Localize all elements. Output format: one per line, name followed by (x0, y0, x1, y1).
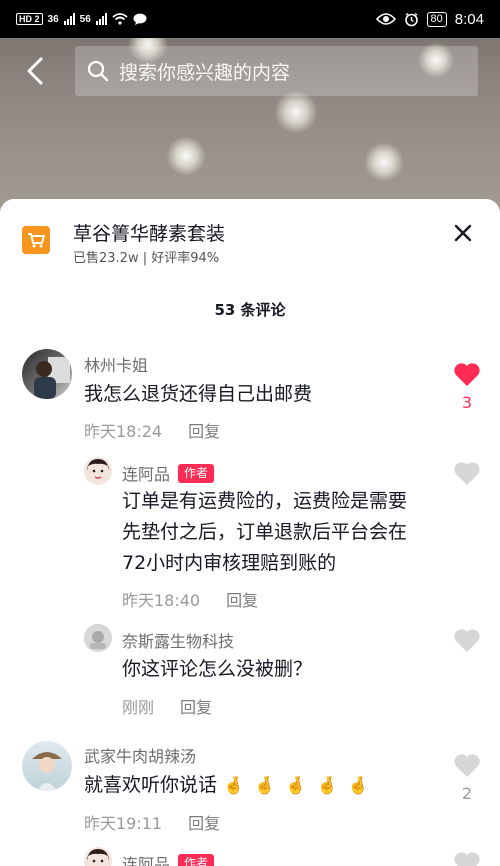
comment-author[interactable]: 连阿品 作者 (122, 851, 215, 866)
search-input[interactable]: 搜索你感兴趣的内容 (75, 46, 478, 96)
comment-text-line: 先垫付之后，订单退款后平台会在 (122, 521, 408, 543)
comment-text: 我怎么退货还得自己出邮费 (84, 383, 313, 405)
author-name: 武家牛肉胡辣汤 (84, 747, 197, 766)
like-button[interactable] (452, 461, 482, 490)
heart-icon (454, 462, 480, 485)
wifi-icon (112, 13, 128, 25)
network-label-1: 36 (47, 13, 59, 25)
like-count: 2 (461, 784, 473, 803)
comment-time: 昨天19:11 (84, 814, 163, 833)
comment-time: 刚刚 (122, 698, 155, 717)
like-button[interactable]: 3 (452, 362, 482, 412)
comment-author[interactable]: 林州卡姐 (84, 352, 148, 376)
author-badge: 作者 (178, 463, 215, 483)
ceiling-light (364, 142, 404, 182)
reply-button[interactable]: 回复 (188, 810, 220, 834)
author-name: 连阿品 (122, 855, 171, 866)
comment-time: 昨天18:24 (84, 422, 163, 441)
comments-sheet: 草谷箐华酵素套装 已售23.2w | 好评率94% 53 条评论 林州卡姐 我怎… (0, 199, 500, 866)
status-bar: HD 2 36 56 80 8:04 (0, 0, 500, 38)
clock: 8:04 (454, 10, 484, 28)
status-right: 80 8:04 (375, 10, 484, 28)
comment-text: 你这评论怎么没被删？ (122, 658, 313, 680)
battery-icon: 80 (426, 11, 447, 27)
emoji-icon: 🤞 (285, 776, 307, 796)
comment-text-line: 72小时内审核理赔到账的 (122, 552, 337, 574)
reply-button[interactable]: 回复 (226, 587, 258, 611)
emoji-icon: 🤞 (347, 776, 369, 796)
author-name: 奈斯露生物科技 (122, 632, 235, 651)
heart-icon (454, 363, 480, 386)
hd-indicator: HD 2 (16, 13, 43, 25)
author-name: 林州卡姐 (84, 356, 149, 375)
author-name: 连阿品 (122, 465, 171, 484)
comment-text: 就喜欢听你说话 🤞 🤞 🤞 🤞 🤞 (84, 770, 379, 802)
emoji-icon: 🤞 (316, 776, 338, 796)
comment-meta: 昨天19:11 回复 (84, 810, 220, 834)
eye-icon (375, 13, 396, 25)
signal-icon (95, 13, 107, 25)
cart-icon[interactable] (22, 226, 50, 254)
search-placeholder: 搜索你感兴趣的内容 (119, 61, 291, 84)
status-left: HD 2 36 56 (16, 13, 147, 25)
comment-meta: 昨天18:24 回复 (84, 418, 220, 442)
comment-text-body: 就喜欢听你说话 (84, 774, 218, 796)
like-button[interactable]: 2 (452, 753, 482, 803)
comment-meta: 刚刚 回复 (122, 694, 212, 718)
alarm-icon (404, 12, 418, 26)
product-stats: 已售23.2w | 好评率94% (73, 251, 220, 266)
close-icon[interactable] (452, 222, 474, 244)
comment-time: 昨天18:40 (122, 591, 201, 610)
emoji-icon: 🤞 (223, 776, 245, 796)
heart-icon (454, 629, 480, 652)
heart-icon (454, 754, 480, 777)
avatar[interactable] (22, 741, 72, 791)
avatar[interactable] (84, 847, 112, 866)
product-title[interactable]: 草谷箐华酵素套装 (73, 219, 225, 246)
message-icon (133, 13, 147, 25)
comment-count: 53 条评论 (214, 301, 286, 319)
ceiling-light (274, 90, 318, 134)
avatar[interactable] (22, 349, 72, 399)
signal-icon (63, 13, 75, 25)
comment-meta: 昨天18:40 回复 (122, 587, 258, 611)
avatar[interactable] (84, 624, 112, 652)
like-count: 3 (461, 393, 473, 412)
reply-button[interactable]: 回复 (180, 694, 212, 718)
like-button[interactable] (452, 851, 482, 866)
emoji-icon: 🤞 (254, 776, 276, 796)
reply-button[interactable]: 回复 (188, 418, 220, 442)
comment-author[interactable]: 连阿品 作者 (122, 461, 215, 485)
emoji-row: 🤞 🤞 🤞 🤞 🤞 (223, 774, 379, 796)
heart-icon (454, 852, 480, 866)
like-button[interactable] (452, 628, 482, 657)
comment-text: 订单是有运费险的，运费险是需要 先垫付之后，订单退款后平台会在 72小时内审核理… (122, 486, 407, 579)
search-icon (87, 60, 109, 82)
author-badge: 作者 (178, 853, 215, 866)
comment-author[interactable]: 奈斯露生物科技 (122, 628, 234, 652)
avatar[interactable] (84, 457, 112, 485)
comment-text-line: 订单是有运费险的，运费险是需要 (122, 490, 408, 512)
back-icon[interactable] (22, 56, 48, 86)
comment-author[interactable]: 武家牛肉胡辣汤 (84, 743, 196, 767)
ceiling-light (166, 136, 206, 176)
network-label-2: 56 (79, 13, 91, 25)
